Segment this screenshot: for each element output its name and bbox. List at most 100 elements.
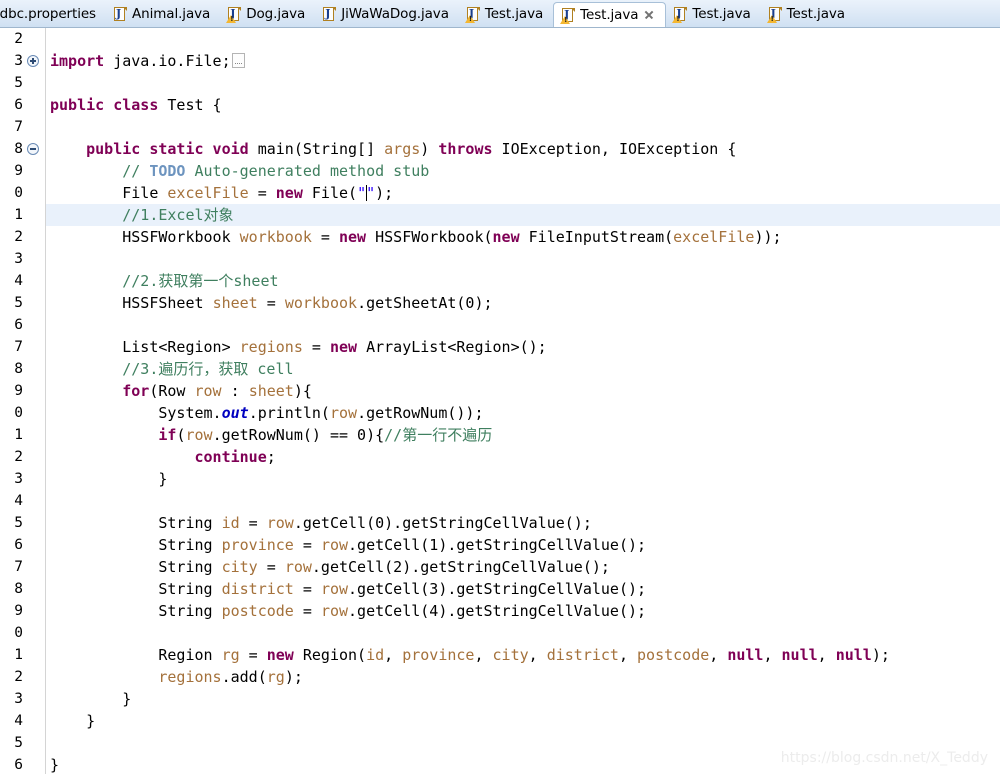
code-line-text: } bbox=[50, 712, 96, 730]
code-line-text: //2.获取第一个sheet bbox=[122, 272, 279, 290]
code-line[interactable] bbox=[46, 490, 1000, 512]
line-number: 2 bbox=[14, 229, 23, 245]
fold-collapse-icon[interactable] bbox=[27, 143, 39, 155]
code-line[interactable]: //1.Excel对象 bbox=[46, 204, 1000, 226]
code-line[interactable]: public static void main(String[] args) t… bbox=[46, 138, 1000, 160]
line-number: 0 bbox=[14, 405, 23, 421]
code-line[interactable]: String postcode = row.getCell(4).getStri… bbox=[46, 600, 1000, 622]
line-number-row: 1 bbox=[0, 424, 45, 446]
code-line[interactable]: if(row.getRowNum() == 0){//第一行不遍历 bbox=[46, 424, 1000, 446]
editor-tab-0[interactable]: jdbc.properties bbox=[0, 1, 106, 27]
code-line-text: String city = row.getCell(2).getStringCe… bbox=[50, 558, 610, 576]
code-line[interactable]: // TODO Auto-generated method stub bbox=[46, 160, 1000, 182]
line-number-row: 6 bbox=[0, 94, 45, 116]
code-line[interactable]: regions.add(rg); bbox=[46, 666, 1000, 688]
editor-tab-6[interactable]: J! Test.java bbox=[666, 1, 760, 27]
editor-tab-label: Dog.java bbox=[246, 6, 306, 22]
code-line[interactable]: continue; bbox=[46, 446, 1000, 468]
code-line[interactable]: } bbox=[46, 468, 1000, 490]
code-line[interactable]: HSSFSheet sheet = workbook.getSheetAt(0)… bbox=[46, 292, 1000, 314]
line-number: 1 bbox=[14, 427, 23, 443]
code-line-text: continue; bbox=[194, 448, 276, 466]
line-number: 1 bbox=[14, 647, 23, 663]
code-line[interactable]: String city = row.getCell(2).getStringCe… bbox=[46, 556, 1000, 578]
java-file-warning-icon: J! bbox=[672, 6, 688, 23]
line-number: 5 bbox=[14, 295, 23, 311]
code-line[interactable]: Region rg = new Region(id, province, cit… bbox=[46, 644, 1000, 666]
line-number: 0 bbox=[14, 185, 23, 201]
code-line[interactable]: //3.遍历行，获取 cell bbox=[46, 358, 1000, 380]
code-text-area[interactable]: import java.io.File; public class Test { … bbox=[46, 28, 1000, 774]
line-number-row: 1 bbox=[0, 644, 45, 666]
line-number-row: 0 bbox=[0, 402, 45, 424]
line-number: 4 bbox=[14, 713, 23, 729]
code-line[interactable]: //2.获取第一个sheet bbox=[46, 270, 1000, 292]
code-line[interactable]: } bbox=[46, 710, 1000, 732]
code-line[interactable] bbox=[46, 116, 1000, 138]
code-line-text: System.out.println(row.getRowNum()); bbox=[50, 404, 484, 422]
code-line-text: //1.Excel对象 bbox=[122, 206, 234, 224]
editor-tab-1[interactable]: J Animal.java bbox=[106, 1, 220, 27]
code-line[interactable] bbox=[46, 622, 1000, 644]
code-line[interactable] bbox=[46, 248, 1000, 270]
line-number-row: 5 bbox=[0, 732, 45, 754]
editor-tab-2[interactable]: J! Dog.java bbox=[220, 1, 315, 27]
line-number-row: 2 bbox=[0, 226, 45, 248]
code-line-text: public class Test { bbox=[50, 96, 222, 114]
code-line[interactable]: String province = row.getCell(1).getStri… bbox=[46, 534, 1000, 556]
fold-expand-icon[interactable] bbox=[27, 55, 39, 67]
code-line-text: } bbox=[50, 470, 168, 488]
line-number: 2 bbox=[14, 31, 23, 47]
editor-tab-label: Animal.java bbox=[132, 6, 211, 22]
collapsed-import-icon[interactable] bbox=[231, 53, 245, 68]
code-line[interactable]: System.out.println(row.getRowNum()); bbox=[46, 402, 1000, 424]
tab-close-icon[interactable] bbox=[643, 9, 655, 21]
code-line[interactable] bbox=[46, 28, 1000, 50]
line-number-row: 3 bbox=[0, 50, 45, 72]
code-line-text: HSSFSheet sheet = workbook.getSheetAt(0)… bbox=[50, 294, 493, 312]
line-number: 9 bbox=[14, 163, 23, 179]
line-number-row: 0 bbox=[0, 182, 45, 204]
watermark-text: https://blog.csdn.net/X_Teddy bbox=[780, 750, 988, 766]
editor-tab-7[interactable]: J! Test.java bbox=[761, 1, 855, 27]
code-line[interactable]: for(Row row : sheet){ bbox=[46, 380, 1000, 402]
line-number: 3 bbox=[14, 471, 23, 487]
line-number-row: 6 bbox=[0, 314, 45, 336]
code-editor[interactable]: 2 3 5 6 7 8 9 0 1 2 3 4 5 6 7 8 9 0 1 2 3 4 5 6 7 8 9 0 1 2 3 4 5 6 impor… bbox=[0, 28, 1000, 774]
code-line-text: // TODO Auto-generated method stub bbox=[122, 162, 430, 180]
line-number: 7 bbox=[14, 339, 23, 355]
code-line[interactable]: } bbox=[46, 688, 1000, 710]
line-number: 9 bbox=[14, 383, 23, 399]
code-line[interactable]: String district = row.getCell(3).getStri… bbox=[46, 578, 1000, 600]
line-number-row: 4 bbox=[0, 490, 45, 512]
editor-tab-3[interactable]: J JiWaWaDog.java bbox=[315, 1, 459, 27]
editor-tab-4[interactable]: J! Test.java bbox=[459, 1, 553, 27]
line-number-row: 3 bbox=[0, 468, 45, 490]
code-line[interactable]: HSSFWorkbook workbook = new HSSFWorkbook… bbox=[46, 226, 1000, 248]
line-number: 3 bbox=[14, 53, 23, 69]
code-line-text: if(row.getRowNum() == 0){//第一行不遍历 bbox=[158, 426, 493, 444]
code-line[interactable]: public class Test { bbox=[46, 94, 1000, 116]
code-line[interactable]: import java.io.File; bbox=[46, 50, 1000, 72]
code-line[interactable]: String id = row.getCell(0).getStringCell… bbox=[46, 512, 1000, 534]
code-line[interactable]: List<Region> regions = new ArrayList<Reg… bbox=[46, 336, 1000, 358]
java-file-warning-icon: J! bbox=[226, 6, 242, 23]
line-number: 4 bbox=[14, 493, 23, 509]
code-line[interactable]: File excelFile = new File(""); bbox=[46, 182, 1000, 204]
line-number-gutter[interactable]: 2 3 5 6 7 8 9 0 1 2 3 4 5 6 7 8 9 0 1 2 3 4 5 6 7 8 9 0 1 2 3 4 5 6 bbox=[0, 28, 46, 774]
line-number: 5 bbox=[14, 735, 23, 751]
code-line-text: import java.io.File; bbox=[46, 52, 245, 70]
line-number: 5 bbox=[14, 515, 23, 531]
line-number-row: 7 bbox=[0, 336, 45, 358]
code-line[interactable] bbox=[46, 72, 1000, 94]
java-file-warning-icon: J! bbox=[464, 6, 480, 23]
java-file-warning-icon: J! bbox=[560, 7, 576, 24]
line-number: 8 bbox=[14, 141, 23, 157]
code-line[interactable] bbox=[46, 314, 1000, 336]
editor-tab-5[interactable]: J! Test.java bbox=[553, 2, 667, 27]
